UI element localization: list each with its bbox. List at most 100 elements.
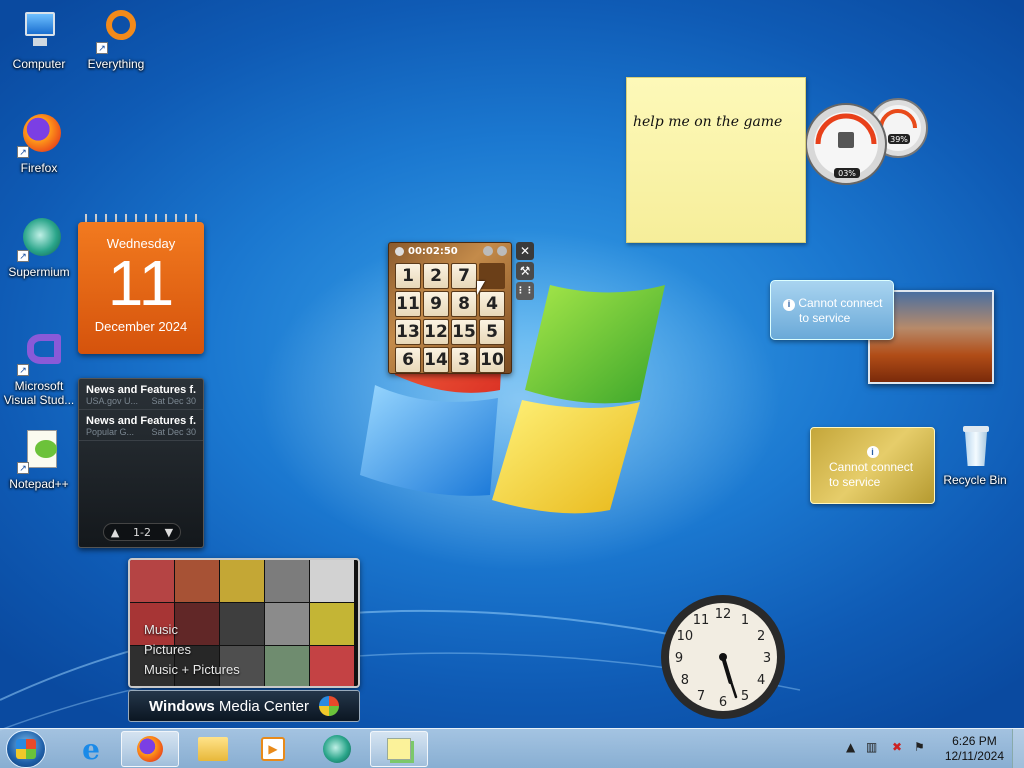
- clock-numeral: 3: [763, 651, 771, 666]
- weather-gadget[interactable]: i Cannot connect to service: [770, 280, 894, 340]
- puzzle-tile[interactable]: 14: [423, 347, 449, 373]
- media-menu-pictures[interactable]: Pictures: [144, 640, 240, 660]
- puzzle-tile[interactable]: 9: [423, 291, 449, 317]
- gadget-toolbar: ✕ ⚒ ⋮⋮: [516, 242, 534, 302]
- picture-icon[interactable]: [497, 246, 507, 256]
- folder-icon: [198, 737, 228, 761]
- sticky-note[interactable]: help me on the game: [626, 77, 806, 243]
- shortcut-arrow-icon: ↗: [96, 42, 108, 54]
- puzzle-tile[interactable]: 7: [451, 263, 477, 289]
- clock-numeral: 1: [741, 613, 749, 628]
- supermium-icon: ↗: [15, 216, 63, 262]
- desktop-icon-label: Firefox: [20, 161, 58, 175]
- media-center-launch-bar[interactable]: Windows Media Center: [128, 690, 360, 722]
- wrench-icon[interactable]: ⚒: [516, 262, 534, 280]
- recycle-bin-icon: [951, 424, 999, 470]
- show-hidden-icons-button[interactable]: ▲: [846, 740, 855, 754]
- clock-numeral: 9: [675, 651, 683, 666]
- feed-item-title: News and Features f...: [86, 415, 196, 427]
- desktop-icon-visual-studio[interactable]: ↗ Microsoft Visual Stud...: [1, 330, 77, 407]
- clock-numeral: 5: [741, 689, 749, 704]
- windows-orb-icon: [318, 696, 339, 716]
- desktop-icon-label: Everything: [87, 57, 145, 71]
- puzzle-tile[interactable]: 2: [423, 263, 449, 289]
- start-button[interactable]: [6, 730, 46, 768]
- show-desktop-button[interactable]: [1012, 729, 1024, 768]
- volume-muted-icon[interactable]: ✖: [892, 740, 902, 754]
- memory-usage: 39%: [890, 135, 908, 144]
- desktop-icon-supermium[interactable]: ↗ Supermium: [1, 216, 77, 279]
- feed-prev-button[interactable]: ▲: [111, 526, 119, 539]
- feed-item-date: Sat Dec 30: [151, 427, 196, 437]
- feed-next-button[interactable]: ▼: [165, 526, 173, 539]
- desktop-icon-recycle-bin[interactable]: Recycle Bin: [937, 424, 1013, 487]
- puzzle-timer: 00:02:50: [408, 245, 458, 257]
- slide-puzzle-gadget[interactable]: 00:02:50 1 2 7 11 9 8 4 13 12 15 5 6 14 3 10: [388, 242, 512, 374]
- feed-headlines-gadget[interactable]: News and Features f... USA.gov U... Sat D…: [78, 378, 204, 548]
- cpu-meter-gadget[interactable]: 03% 39%: [806, 96, 930, 188]
- timer-icon: [395, 246, 404, 256]
- puzzle-tile[interactable]: 15: [451, 319, 477, 345]
- taskbar: e ▶ ▲ ▥ ✖ ⚑ 6:26 PM 12/11/2024: [0, 728, 1024, 768]
- taskbar-date: 12/11/2024: [944, 749, 1004, 763]
- desktop-icon-firefox[interactable]: ↗ Firefox: [1, 112, 77, 175]
- feed-item[interactable]: News and Features f... Popular G... Sat D…: [79, 410, 203, 441]
- taskbar-clock[interactable]: 6:26 PM 12/11/2024: [945, 734, 1004, 764]
- puzzle-tile[interactable]: 10: [479, 347, 505, 373]
- puzzle-tile[interactable]: 13: [395, 319, 421, 345]
- clock-gadget[interactable]: 12 12 3 45678 9 1011: [660, 594, 786, 720]
- clock-numeral: 8: [681, 673, 689, 688]
- media-player-icon: ▶: [261, 737, 285, 761]
- weather-message-2: to service: [799, 311, 851, 325]
- media-menu-music[interactable]: Music: [144, 620, 240, 640]
- desktop-icon-label: Microsoft Visual Stud...: [3, 379, 75, 407]
- action-center-flag-icon[interactable]: ⚑: [914, 740, 925, 754]
- currency-message-2: to service: [829, 475, 881, 489]
- desktop-icon-notepadpp[interactable]: ↗ Notepad++: [1, 428, 77, 491]
- network-icon[interactable]: ▥: [866, 740, 877, 754]
- desktop-icon-everything[interactable]: ↗ Everything: [78, 8, 154, 71]
- taskbar-explorer[interactable]: [184, 731, 242, 767]
- media-center-gadget[interactable]: Music Pictures Music + Pictures: [128, 558, 360, 688]
- puzzle-tile[interactable]: 1: [395, 263, 421, 289]
- calendar-gadget[interactable]: Wednesday 11 December 2024: [78, 222, 204, 354]
- computer-icon: [15, 8, 63, 54]
- taskbar-sticky-notes[interactable]: [370, 731, 428, 767]
- info-icon: i: [866, 446, 879, 458]
- clock-numeral: 6: [719, 695, 727, 710]
- feed-item-date: Sat Dec 30: [151, 396, 196, 406]
- currency-gadget[interactable]: i Cannot connect to service: [810, 427, 935, 504]
- feed-pager: ▲ 1-2 ▼: [103, 523, 181, 541]
- taskbar-time: 6:26 PM: [952, 734, 997, 748]
- puzzle-tile[interactable]: 3: [451, 347, 477, 373]
- info-icon: i: [783, 298, 795, 311]
- clock-numeral: 12: [715, 607, 732, 622]
- shortcut-arrow-icon: ↗: [17, 462, 29, 474]
- desktop-icon-label: Recycle Bin: [943, 473, 1007, 487]
- desktop-icon-computer[interactable]: Computer: [1, 8, 77, 71]
- drag-handle-icon[interactable]: ⋮⋮: [516, 282, 534, 300]
- clock-numeral: 11: [693, 613, 710, 628]
- taskbar-media-player[interactable]: ▶: [244, 731, 302, 767]
- notepadpp-icon: ↗: [15, 428, 63, 474]
- puzzle-tile[interactable]: 12: [423, 319, 449, 345]
- shortcut-arrow-icon: ↗: [17, 250, 29, 262]
- close-icon[interactable]: ✕: [516, 242, 534, 260]
- puzzle-tile[interactable]: 5: [479, 319, 505, 345]
- media-center-brand-rest: Media Center: [214, 697, 309, 715]
- taskbar-firefox[interactable]: [121, 731, 179, 767]
- feed-item[interactable]: News and Features f... USA.gov U... Sat D…: [79, 379, 203, 410]
- media-menu-music-pictures[interactable]: Music + Pictures: [144, 660, 240, 680]
- shortcut-arrow-icon: ↗: [17, 146, 29, 158]
- help-icon[interactable]: [483, 246, 493, 256]
- taskbar-internet-explorer[interactable]: e: [62, 731, 120, 767]
- firefox-icon: ↗: [15, 112, 63, 158]
- clock-numeral: 2: [757, 629, 765, 644]
- feed-page-indicator: 1-2: [133, 525, 151, 539]
- taskbar-supermium[interactable]: [308, 731, 366, 767]
- internet-explorer-icon: e: [82, 732, 100, 766]
- feed-item-source: Popular G...: [86, 427, 135, 437]
- puzzle-tile[interactable]: 11: [395, 291, 421, 317]
- puzzle-tile[interactable]: 8: [451, 291, 477, 317]
- puzzle-tile[interactable]: 6: [395, 347, 421, 373]
